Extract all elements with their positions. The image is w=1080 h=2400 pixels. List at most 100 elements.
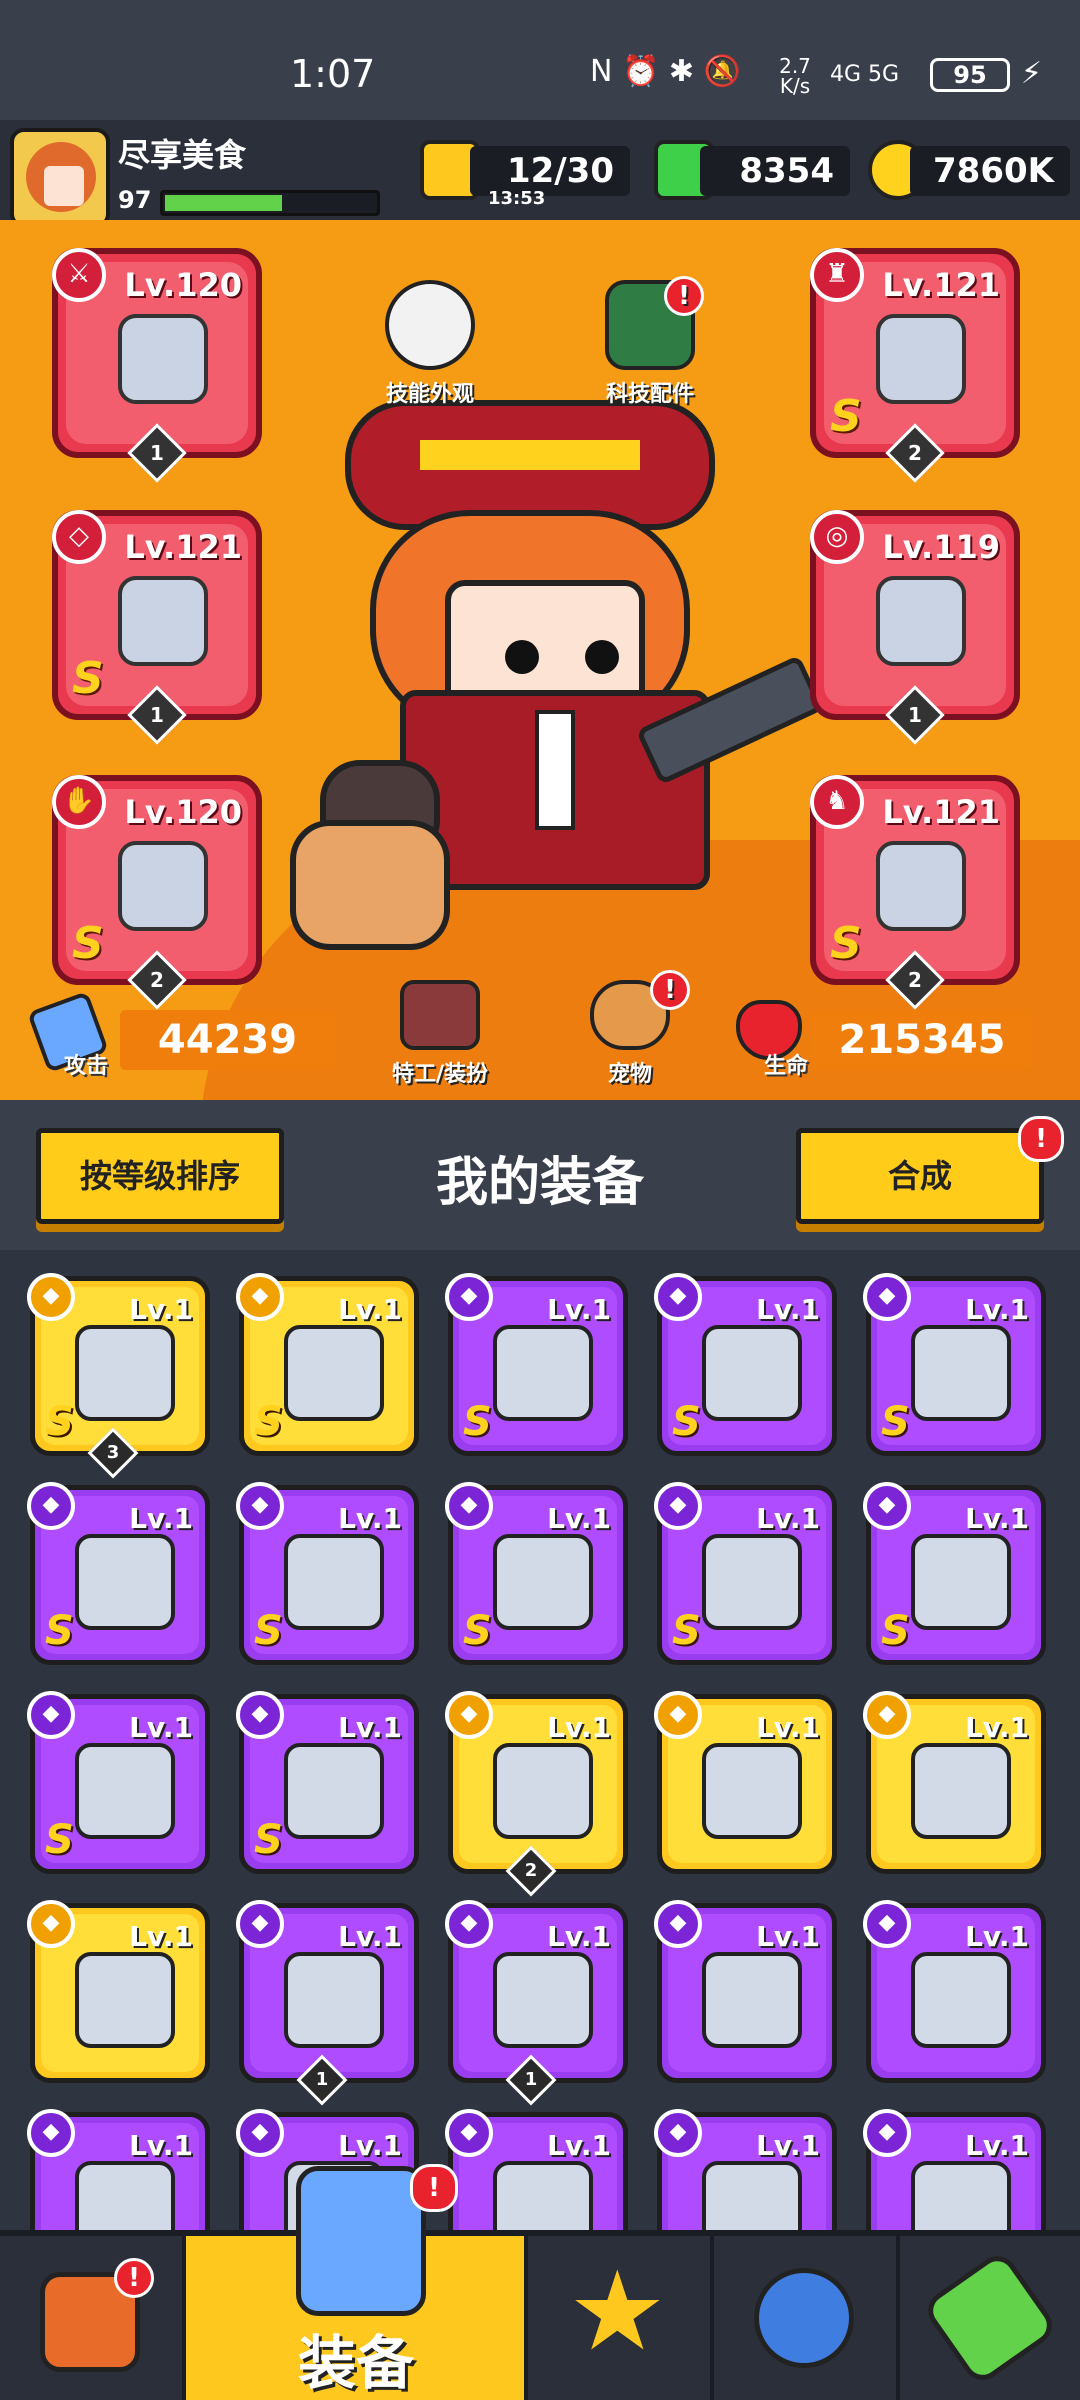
item-type-icon: ◆ [27, 1482, 75, 1530]
equipped-slot[interactable]: Lv.120 S ✋ 2 [52, 775, 262, 1010]
item-level: Lv.1 [129, 1293, 193, 1326]
network-speed: 2.7 K/s [779, 54, 811, 98]
item-level: Lv.1 [756, 1920, 820, 1953]
inventory-item[interactable]: Lv.1 S ◆ [863, 1273, 1046, 1456]
inventory-item[interactable]: Lv.1 ◆ [654, 1691, 837, 1874]
rarity-label: S [463, 1399, 492, 1445]
inventory-item[interactable]: Lv.1 S ◆ [445, 1273, 628, 1456]
item-count: 3 [106, 1442, 120, 1463]
merge-button[interactable]: 合成 [796, 1128, 1044, 1224]
inventory-grid: Lv.1 S ◆ 3 Lv.1 S ◆ Lv.1 S ◆ Lv.1 S ◆ Lv.1 S ◆ Lv.1 S ◆ Lv.… [0, 1250, 1080, 2230]
agent-button[interactable]: 特工/装扮 [380, 980, 500, 1088]
equipped-slot[interactable]: Lv.119 ◎ 1 [810, 510, 1020, 745]
xp-bar-fill [165, 195, 282, 211]
rarity-label: S [463, 1608, 492, 1654]
spiked-collar-icon [284, 1952, 384, 2048]
inventory-item[interactable]: Lv.1 ◆ [654, 2109, 837, 2230]
slot-level: Lv.120 [124, 793, 242, 831]
spiked-collar-icon [493, 1743, 593, 1839]
equipped-slot[interactable]: Lv.120 ⚔ 1 [52, 248, 262, 483]
item-type-icon: ◆ [445, 2109, 493, 2157]
chain-necklace-icon [702, 1534, 802, 1630]
inventory-item[interactable]: Lv.1 ◆ [863, 1691, 1046, 1874]
item-level: Lv.1 [756, 1293, 820, 1326]
item-level: Lv.1 [965, 1293, 1029, 1326]
inventory-item[interactable]: Lv.1 S ◆ [236, 1691, 419, 1874]
item-type-icon: ◆ [27, 1900, 75, 1948]
gem-value: 8354 [700, 146, 850, 196]
spiked-collar-icon [702, 1743, 802, 1839]
inventory-item[interactable]: Lv.1 S ◆ [27, 1691, 210, 1874]
inventory-item[interactable]: Lv.1 ◆ [863, 2109, 1046, 2230]
item-type-icon: ◆ [236, 1482, 284, 1530]
glove-icon [118, 841, 208, 931]
item-type-icon: ◆ [236, 2109, 284, 2157]
pet-button[interactable]: 宠物 ! [570, 970, 690, 1088]
slot-level: Lv.120 [124, 266, 242, 304]
skin-button[interactable]: 技能外观 [370, 280, 490, 408]
item-level: Lv.1 [338, 1293, 402, 1326]
inventory-item[interactable]: Lv.1 S ◆ [654, 1482, 837, 1665]
rarity-label: S [881, 1608, 910, 1654]
inventory-item[interactable]: Lv.1 ◆ [654, 1900, 837, 2083]
rarity-label: S [72, 653, 104, 704]
inventory-item[interactable]: Lv.1 ◆ [27, 2109, 210, 2230]
nav-equipment-tab[interactable]: ! 装备 [186, 2164, 528, 2400]
bottom-nav: ! ! 装备 ★ [0, 2164, 1080, 2400]
slot-level: Lv.119 [882, 528, 1000, 566]
necklace-icon [493, 1534, 593, 1630]
avatar[interactable] [10, 128, 110, 228]
item-type-icon: ◆ [863, 1691, 911, 1739]
character-tie [535, 710, 575, 830]
inventory-item[interactable]: Lv.1 ◆ 1 [445, 1900, 628, 2106]
armor-icon: ♜ [810, 248, 864, 302]
equipped-slot[interactable]: Lv.121 S ◇ 1 [52, 510, 262, 745]
avatar-face [44, 166, 84, 206]
inventory-item[interactable]: Lv.1 ◆ [27, 1900, 210, 2083]
item-type-icon: ◆ [654, 1482, 702, 1530]
item-level: Lv.1 [547, 1502, 611, 1535]
energy-timer: 13:53 [488, 188, 546, 209]
inventory-item[interactable]: Lv.1 S ◆ [863, 1482, 1046, 1665]
inventory-item[interactable]: Lv.1 S ◆ [236, 1482, 419, 1665]
item-level: Lv.1 [756, 2129, 820, 2162]
spiked-collar-icon [911, 1743, 1011, 1839]
inventory-item[interactable]: Lv.1 S ◆ [445, 1482, 628, 1665]
item-count: 1 [315, 2069, 329, 2090]
item-type-icon: ◆ [445, 1273, 493, 1321]
nav-events-tab[interactable] [714, 2236, 900, 2400]
inventory-item[interactable]: Lv.1 S ◆ [236, 1273, 419, 1456]
item-level: Lv.1 [129, 2129, 193, 2162]
player-level: 97 [118, 186, 152, 214]
agent-icon [400, 980, 480, 1050]
sword-icon [284, 1325, 384, 1421]
inventory-item[interactable]: Lv.1 ◆ [863, 1900, 1046, 2083]
tech-button[interactable]: 科技配件 ! [590, 276, 710, 408]
equipped-slot[interactable]: Lv.121 S ♞ 2 [810, 775, 1020, 1010]
glove-icon [75, 1952, 175, 2048]
necklace-icon [284, 1534, 384, 1630]
inventory-item[interactable]: Lv.1 S ◆ [27, 1482, 210, 1665]
pet-dog[interactable] [290, 820, 450, 950]
glove-icon: ✋ [52, 775, 106, 829]
armor-icon [911, 2161, 1011, 2230]
nav-battle-tab[interactable]: ★ [528, 2236, 714, 2400]
inventory-item[interactable]: Lv.1 S ◆ [654, 1273, 837, 1456]
inventory-item[interactable]: Lv.1 ◆ [445, 2109, 628, 2230]
nav-evolve-tab[interactable] [900, 2236, 1080, 2400]
rarity-label: S [254, 1817, 283, 1863]
inventory-item[interactable]: Lv.1 ◆ 2 [445, 1691, 628, 1897]
hp-label: 生命 [764, 1054, 809, 1079]
equipped-slot[interactable]: Lv.121 S ♜ 2 [810, 248, 1020, 483]
rarity-label: S [45, 1817, 74, 1863]
inventory-item[interactable]: Lv.1 ◆ 1 [236, 1900, 419, 2106]
rarity-label: S [254, 1608, 283, 1654]
belt-icon [911, 1534, 1011, 1630]
status-indicators: N ⏰ ✱ 🔕 [590, 54, 741, 89]
dna-icon [920, 2248, 1060, 2388]
inventory-item[interactable]: Lv.1 S ◆ 3 [27, 1273, 210, 1479]
nav-shop-tab[interactable]: ! [0, 2236, 186, 2400]
item-type-icon: ◆ [27, 1273, 75, 1321]
belt-icon [876, 576, 966, 666]
item-level: Lv.1 [547, 1293, 611, 1326]
